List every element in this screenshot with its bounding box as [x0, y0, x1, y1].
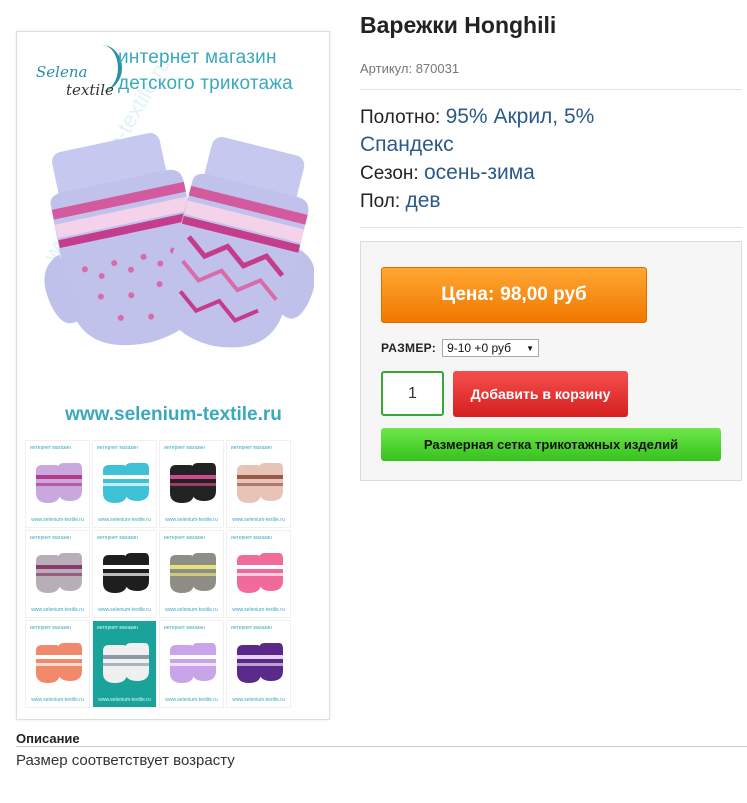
thumbnail-item[interactable]: интернет магазин www.selenium-textile.ru [159, 440, 224, 528]
thumbnail-mittens-icon [237, 463, 283, 503]
product-gallery: Selena textile интернет магазин детского… [16, 31, 330, 720]
thumbnail-url: www.selenium-textile.ru [31, 697, 84, 703]
description-heading: Описание [16, 731, 80, 746]
shop-tagline-line1: интернет магазин [118, 47, 277, 68]
thumbnail-logo: интернет магазин [97, 625, 138, 631]
divider [360, 227, 742, 228]
purchase-box: Цена: 98,00 руб РАЗМЕР: 9-10 +0 руб ▼ 1 … [360, 241, 742, 481]
thumbnail-url: www.selenium-textile.ru [31, 607, 84, 613]
price-value: 98,00 руб [500, 284, 587, 305]
size-chart-button[interactable]: Размерная сетка трикотажных изделий [381, 428, 721, 461]
thumbnail-item[interactable]: интернет магазин www.selenium-textile.ru [92, 530, 157, 618]
thumbnail-url: www.selenium-textile.ru [165, 517, 218, 523]
thumbnail-mittens-icon [170, 643, 216, 683]
divider [360, 89, 742, 90]
property-gender: Пол: дев [360, 187, 660, 215]
thumbnail-logo: интернет магазин [231, 535, 272, 541]
thumbnail-mittens-icon [170, 553, 216, 593]
thumbnail-logo: интернет магазин [97, 535, 138, 541]
thumbnail-grid: интернет магазин www.selenium-textile.ru и… [25, 440, 291, 708]
thumbnail-logo: интернет магазин [231, 625, 272, 631]
property-value: осень-зима [424, 161, 535, 184]
thumbnail-url: www.selenium-textile.ru [232, 697, 285, 703]
size-select[interactable]: 9-10 +0 руб ▼ [442, 339, 540, 357]
product-title: Варежки Honghili [360, 12, 557, 38]
thumbnail-item[interactable]: интернет магазин www.selenium-textile.ru [92, 440, 157, 528]
thumbnail-logo: интернет магазин [30, 625, 71, 631]
thumbnail-logo: интернет магазин [97, 445, 138, 451]
thumbnail-logo: интернет магазин [30, 445, 71, 451]
thumbnail-url: www.selenium-textile.ru [232, 607, 285, 613]
thumbnail-mittens-icon [103, 463, 149, 503]
mittens-image [44, 133, 314, 348]
thumbnail-item[interactable]: интернет магазин www.selenium-textile.ru [226, 530, 291, 618]
thumbnail-item[interactable]: интернет магазин www.selenium-textile.ru [25, 620, 90, 708]
add-to-cart-button[interactable]: Добавить в корзину [453, 371, 628, 417]
logo-selena-text: Selena [36, 63, 88, 81]
thumbnail-url: www.selenium-textile.ru [31, 517, 84, 523]
dropdown-arrow-icon: ▼ [526, 343, 535, 353]
thumbnail-item[interactable]: интернет магазин www.selenium-textile.ru [25, 530, 90, 618]
property-season: Сезон: осень-зима [360, 159, 660, 187]
price-button[interactable]: Цена: 98,00 руб [381, 267, 647, 323]
thumbnail-url: www.selenium-textile.ru [98, 607, 151, 613]
property-label: Полотно: [360, 107, 441, 128]
thumbnail-item[interactable]: интернет магазин www.selenium-textile.ru [226, 620, 291, 708]
thumbnail-logo: интернет магазин [30, 535, 71, 541]
size-label: РАЗМЕР: [381, 341, 437, 355]
thumbnail-mittens-icon [103, 553, 149, 593]
thumbnail-item[interactable]: интернет магазин www.selenium-textile.ru [92, 620, 157, 708]
main-product-image[interactable]: Selena textile интернет магазин детского… [18, 33, 329, 437]
thumbnail-item[interactable]: интернет магазин www.selenium-textile.ru [159, 620, 224, 708]
property-label: Сезон: [360, 163, 419, 184]
property-label: Пол: [360, 191, 401, 212]
size-row: РАЗМЕР: 9-10 +0 руб ▼ [381, 339, 540, 357]
thumbnail-mittens-icon [36, 553, 82, 593]
site-url-text: www.selenium-textile.ru [65, 404, 282, 425]
thumbnail-item[interactable]: интернет магазин www.selenium-textile.ru [226, 440, 291, 528]
thumbnail-item[interactable]: интернет магазин www.selenium-textile.ru [159, 530, 224, 618]
thumbnail-item[interactable]: интернет магазин www.selenium-textile.ru [25, 440, 90, 528]
thumbnail-logo: интернет магазин [164, 445, 205, 451]
thumbnail-logo: интернет магазин [164, 625, 205, 631]
thumbnail-url: www.selenium-textile.ru [165, 607, 218, 613]
divider [16, 746, 747, 747]
thumbnail-url: www.selenium-textile.ru [232, 517, 285, 523]
thumbnail-mittens-icon [36, 463, 82, 503]
thumbnail-logo: интернет магазин [231, 445, 272, 451]
thumbnail-mittens-icon [237, 643, 283, 683]
shop-logo: Selena textile интернет магазин детского… [30, 41, 320, 111]
thumbnail-mittens-icon [36, 643, 82, 683]
logo-textile-text: textile [66, 81, 114, 99]
sku-value: 870031 [415, 61, 460, 76]
thumbnail-mittens-icon [170, 463, 216, 503]
quantity-input[interactable]: 1 [381, 371, 444, 416]
thumbnail-url: www.selenium-textile.ru [98, 517, 151, 523]
property-value: дев [405, 189, 441, 212]
thumbnail-logo: интернет магазин [164, 535, 205, 541]
property-material: Полотно: 95% Акрил, 5% Спандекс [360, 103, 660, 159]
thumbnail-url: www.selenium-textile.ru [98, 697, 151, 703]
product-properties: Полотно: 95% Акрил, 5% Спандекс Сезон: о… [360, 103, 660, 215]
sku-label: Артикул: [360, 61, 413, 76]
product-sku: Артикул: 870031 [360, 61, 459, 76]
price-label: Цена: [441, 284, 495, 305]
thumbnail-url: www.selenium-textile.ru [165, 697, 218, 703]
thumbnail-mittens-icon [237, 553, 283, 593]
size-selected-value: 9-10 +0 руб [447, 341, 511, 355]
description-text: Размер соответствует возрасту [16, 752, 235, 769]
thumbnail-mittens-icon [103, 643, 149, 683]
